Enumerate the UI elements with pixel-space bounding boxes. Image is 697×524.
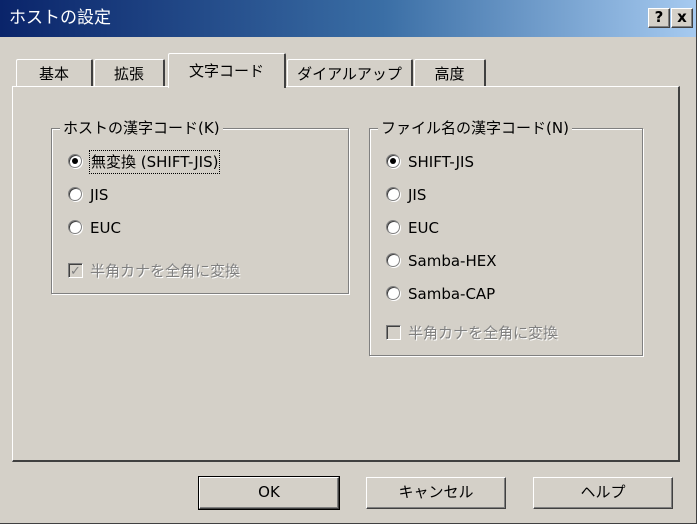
option-label: Samba-HEX: [408, 252, 497, 270]
host-settings-dialog: ホストの設定 ? x 基本 拡張 文字コード ダイアルアップ 高度 ホストの漢字…: [0, 0, 697, 524]
tab-character-code[interactable]: 文字コード: [168, 53, 286, 88]
close-icon-button[interactable]: x: [671, 8, 693, 28]
host-kanji-code-group: ホストの漢字コード(K) 無変換 (SHIFT-JIS) JIS EUC ✓ 半…: [51, 118, 349, 294]
filename-kanji-code-group-label: ファイル名の漢字コード(N): [378, 118, 572, 138]
option-label: JIS: [408, 186, 427, 204]
radio-button[interactable]: [386, 286, 400, 300]
help-icon-button[interactable]: ?: [648, 8, 670, 28]
window-title: ホストの設定: [9, 8, 111, 28]
cancel-button[interactable]: キャンセル: [366, 477, 506, 509]
option-label: Samba-CAP: [408, 285, 496, 303]
checkbox-label: 半角カナを全角に変換: [90, 262, 241, 280]
radio-button[interactable]: [386, 220, 400, 234]
checkbox-label: 半角カナを全角に変換: [408, 324, 559, 342]
radio-button[interactable]: [386, 253, 400, 267]
option-label: SHIFT-JIS: [408, 153, 474, 171]
host-kanji-code-group-label: ホストの漢字コード(K): [60, 118, 223, 138]
option-label: EUC: [90, 219, 121, 237]
checkbox: ✓: [68, 263, 83, 279]
option-label: EUC: [408, 219, 439, 237]
radio-button[interactable]: [68, 154, 82, 168]
radio-button[interactable]: [386, 154, 400, 168]
radio-button[interactable]: [68, 220, 82, 234]
radio-button[interactable]: [386, 187, 400, 201]
tab-panel-character-code: ホストの漢字コード(K) 無変換 (SHIFT-JIS) JIS EUC ✓ 半…: [12, 86, 680, 462]
radio-button[interactable]: [68, 187, 82, 201]
checkmark-icon: ✓: [70, 264, 81, 279]
help-button[interactable]: ヘルプ: [533, 477, 673, 509]
checkbox: [386, 325, 401, 340]
title-bar: ホストの設定 ? x: [0, 0, 696, 37]
tab-advanced[interactable]: 高度: [414, 59, 486, 89]
ok-button[interactable]: OK: [198, 476, 340, 510]
option-label: 無変換 (SHIFT-JIS): [88, 150, 221, 174]
option-label: JIS: [90, 186, 109, 204]
filename-kanji-code-group: ファイル名の漢字コード(N) SHIFT-JIS JIS EUC Samba-H…: [369, 118, 643, 356]
tab-dialup[interactable]: ダイアルアップ: [287, 59, 413, 89]
tab-basic[interactable]: 基本: [16, 59, 93, 89]
tab-extended[interactable]: 拡張: [94, 59, 165, 89]
